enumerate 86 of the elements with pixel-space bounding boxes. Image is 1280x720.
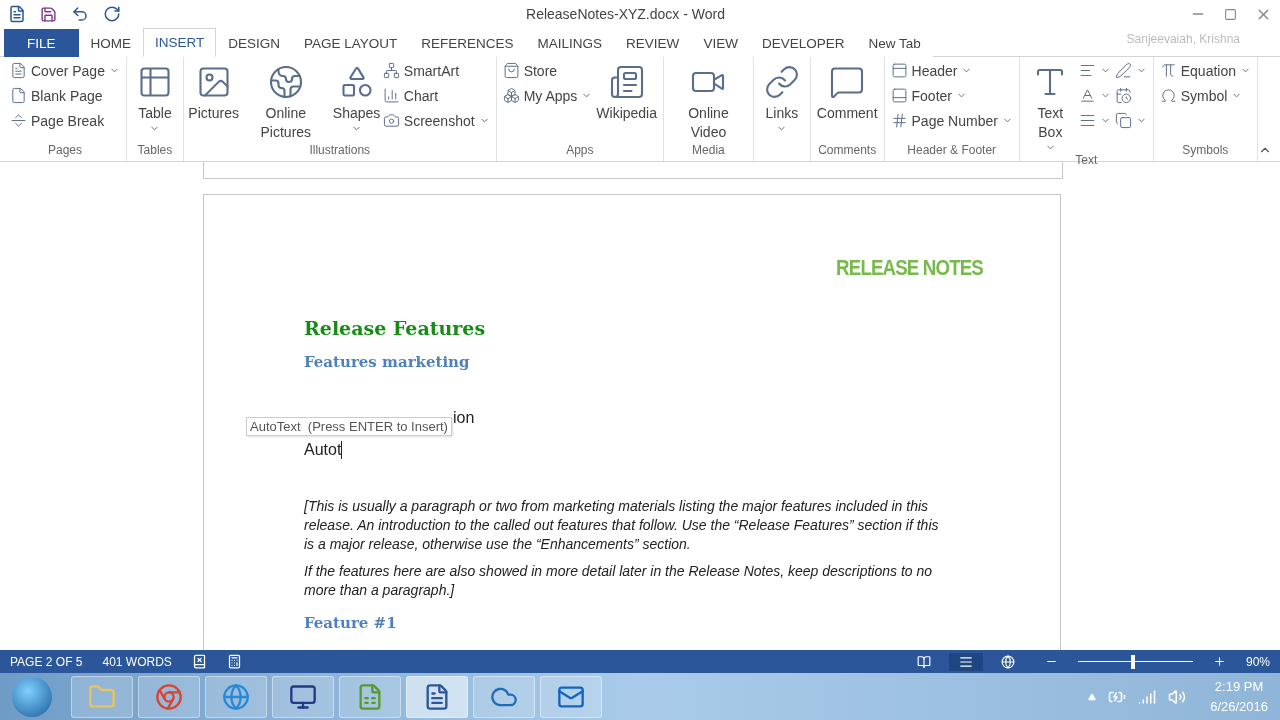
word-count[interactable]: 401 WORDS: [102, 654, 172, 669]
undo-icon[interactable]: [71, 5, 89, 23]
ribbon-button[interactable]: Header: [890, 60, 1013, 81]
ribbon-button[interactable]: Wikipedia: [596, 60, 658, 143]
object-icon: [1114, 112, 1132, 129]
group-label: Header & Footer: [906, 143, 998, 159]
group-label: Pages: [46, 143, 83, 159]
globe-icon: [1000, 654, 1015, 669]
redo-icon[interactable]: [103, 5, 121, 23]
blank-page-icon: [10, 87, 27, 104]
bar-chart-icon: [382, 87, 400, 104]
comment-icon: [829, 64, 866, 100]
group-label: Tables: [136, 143, 174, 159]
cubes-icon: [502, 87, 520, 104]
group-label: Media: [691, 143, 726, 159]
footer-icon: [890, 87, 908, 104]
lines-icon: [958, 654, 973, 669]
save-icon[interactable]: [40, 5, 57, 23]
ribbon-button[interactable]: Footer: [890, 85, 1013, 106]
group-label: Comments: [817, 143, 878, 159]
paragraph: If the features here are also showed in more detail later in the Release Notes, keep descriptions to no more than a paragraph.]: [304, 562, 934, 601]
group-label: Symbols: [1181, 143, 1230, 159]
pi-icon: [1159, 62, 1177, 79]
ribbon-button[interactable]: Links: [759, 60, 804, 143]
ribbon-button[interactable]: Chart: [382, 85, 490, 106]
signature-icon: [1114, 62, 1132, 79]
omega-icon: [1159, 87, 1177, 104]
macro-icon[interactable]: [226, 654, 242, 669]
folder-icon: [88, 682, 116, 711]
ribbon-tab[interactable]: INSERT: [143, 28, 217, 57]
taskbar-app[interactable]: [473, 675, 535, 718]
ribbon-button[interactable]: SmartArt: [382, 60, 490, 81]
ribbon-button[interactable]: Store: [502, 60, 593, 81]
body-text: ion: [453, 409, 475, 428]
ribbon-button[interactable]: My Apps: [502, 85, 593, 106]
start-button[interactable]: [12, 676, 52, 717]
ribbon-button[interactable]: Symbol: [1159, 85, 1251, 106]
diagram-icon: [382, 62, 400, 79]
book-icon: [916, 654, 931, 669]
ribbon-button[interactable]: Pictures: [189, 60, 238, 143]
ribbon-button[interactable]: Blank Page: [10, 85, 120, 106]
ribbon-button[interactable]: Page Number: [890, 110, 1013, 131]
ribbon-button[interactable]: [1114, 60, 1147, 81]
autotext-tooltip: AutoText (Press ENTER to Insert): [246, 417, 452, 437]
ribbon-tab[interactable]: FILE: [4, 29, 79, 57]
paragraph: [This is usually a paragraph or two from marketing materials listing the major features included in this release. An introduction to the called out features that follow. Use the “Release Features” section if this is a major release, otherwise use the “Enhancements” section.: [304, 497, 940, 555]
ribbon-button[interactable]: [1114, 110, 1147, 131]
subheading: Features marketing: [304, 353, 471, 372]
group-label: Illustrations: [308, 143, 372, 159]
page-break-icon: [10, 112, 27, 129]
heading: Release Features: [304, 317, 487, 340]
ribbon-button[interactable]: Cover Page: [10, 60, 120, 81]
zoom-level[interactable]: 90%: [1245, 654, 1270, 669]
typed-text: Autot: [304, 441, 343, 460]
document-icon: [10, 62, 27, 79]
maximize-icon[interactable]: [1224, 7, 1237, 21]
camera-icon: [382, 112, 400, 129]
ribbon-button[interactable]: Comment: [816, 60, 878, 143]
zoom-in-icon[interactable]: [1212, 655, 1226, 668]
ribbon-button[interactable]: Shapes: [334, 60, 379, 143]
window-title: ReleaseNotes-XYZ.docx - Word: [525, 6, 726, 22]
proofing-icon[interactable]: [191, 654, 207, 669]
taskbar-app[interactable]: [540, 675, 602, 718]
taskbar-app[interactable]: [272, 675, 334, 718]
date-time-icon: [1114, 87, 1132, 104]
ribbon-button[interactable]: Equation: [1159, 60, 1251, 81]
hash-icon: [890, 112, 908, 129]
group-label: Apps: [565, 143, 595, 159]
ribbon-button[interactable]: Online Video: [670, 60, 747, 143]
banner-title: RELEASE NOTES: [835, 255, 983, 282]
browser-icon: [155, 682, 183, 711]
view-button[interactable]: [948, 652, 983, 671]
subheading: Feature #1: [304, 614, 398, 633]
link-icon: [763, 64, 800, 100]
group-label: Text: [1074, 153, 1099, 167]
ribbon-button[interactable]: Table: [132, 60, 177, 143]
page-count[interactable]: PAGE 2 OF 5: [10, 654, 83, 669]
globe-icon: [222, 682, 250, 711]
ribbon-button[interactable]: Screenshot: [382, 110, 490, 131]
ribbon-button[interactable]: Page Break: [10, 110, 120, 131]
ribbon-button[interactable]: Text Box: [1025, 60, 1075, 153]
zoom-thumb[interactable]: [1131, 654, 1136, 669]
bag-icon: [502, 62, 520, 79]
header-icon: [890, 62, 908, 79]
ribbon-button[interactable]: Online Pictures: [241, 60, 331, 143]
taskbar-app[interactable]: [406, 675, 468, 718]
